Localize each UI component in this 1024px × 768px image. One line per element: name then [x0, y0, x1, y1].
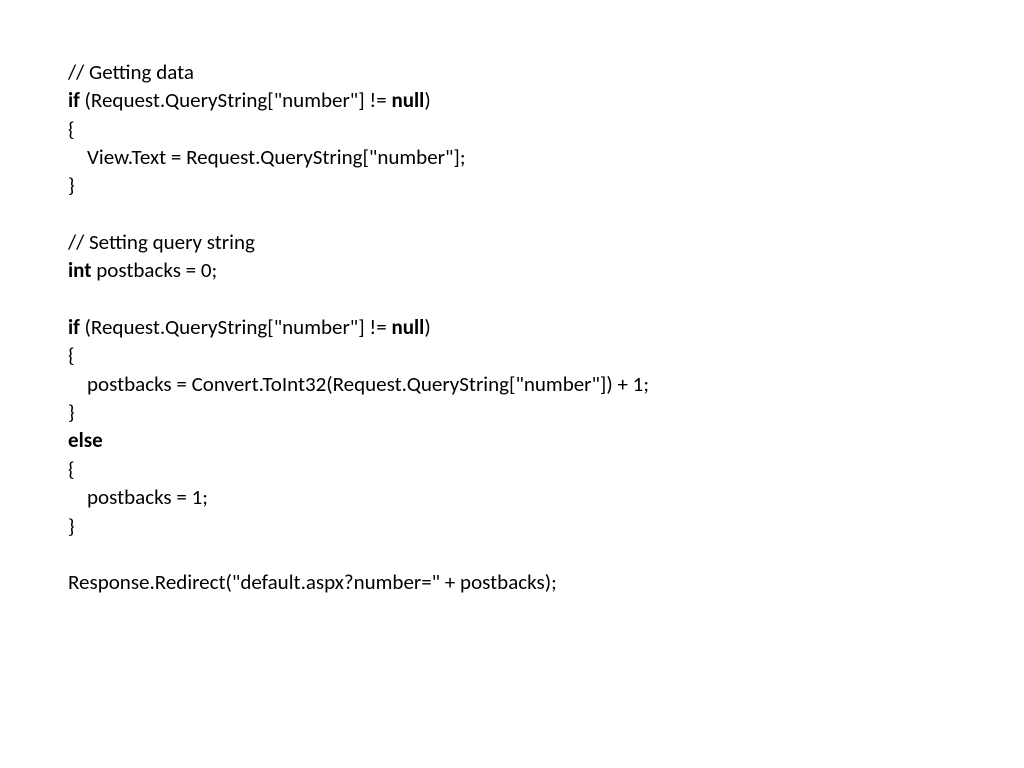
- code-line: {: [68, 115, 1024, 143]
- code-text: (Request.QueryString["number"] !=: [80, 314, 392, 340]
- code-line: {: [68, 341, 1024, 369]
- code-line: View.Text = Request.QueryString["number"…: [68, 143, 1024, 171]
- code-line: {: [68, 455, 1024, 483]
- code-text: ): [424, 314, 430, 340]
- code-text: (Request.QueryString["number"] !=: [80, 87, 392, 113]
- keyword-else: else: [68, 427, 103, 453]
- keyword-null: null: [391, 314, 424, 340]
- code-line: [68, 540, 1024, 568]
- keyword-if: if: [68, 87, 80, 113]
- code-line: int postbacks = 0;: [68, 256, 1024, 284]
- code-text: ): [424, 87, 430, 113]
- code-line: }: [68, 398, 1024, 426]
- code-line: postbacks = 1;: [68, 483, 1024, 511]
- code-line: [68, 285, 1024, 313]
- code-line: if (Request.QueryString["number"] != nul…: [68, 313, 1024, 341]
- code-line: Response.Redirect("default.aspx?number="…: [68, 568, 1024, 596]
- code-line: // Getting data: [68, 58, 1024, 86]
- keyword-null: null: [391, 87, 424, 113]
- code-line: }: [68, 512, 1024, 540]
- code-text: postbacks = 0;: [92, 257, 218, 283]
- code-line: if (Request.QueryString["number"] != nul…: [68, 86, 1024, 114]
- code-snippet: // Getting dataif (Request.QueryString["…: [0, 0, 1024, 597]
- code-line: }: [68, 171, 1024, 199]
- code-line: // Setting query string: [68, 228, 1024, 256]
- code-line: [68, 200, 1024, 228]
- keyword-int: int: [68, 257, 92, 283]
- keyword-if: if: [68, 314, 80, 340]
- code-line: postbacks = Convert.ToInt32(Request.Quer…: [68, 370, 1024, 398]
- code-line: else: [68, 426, 1024, 454]
